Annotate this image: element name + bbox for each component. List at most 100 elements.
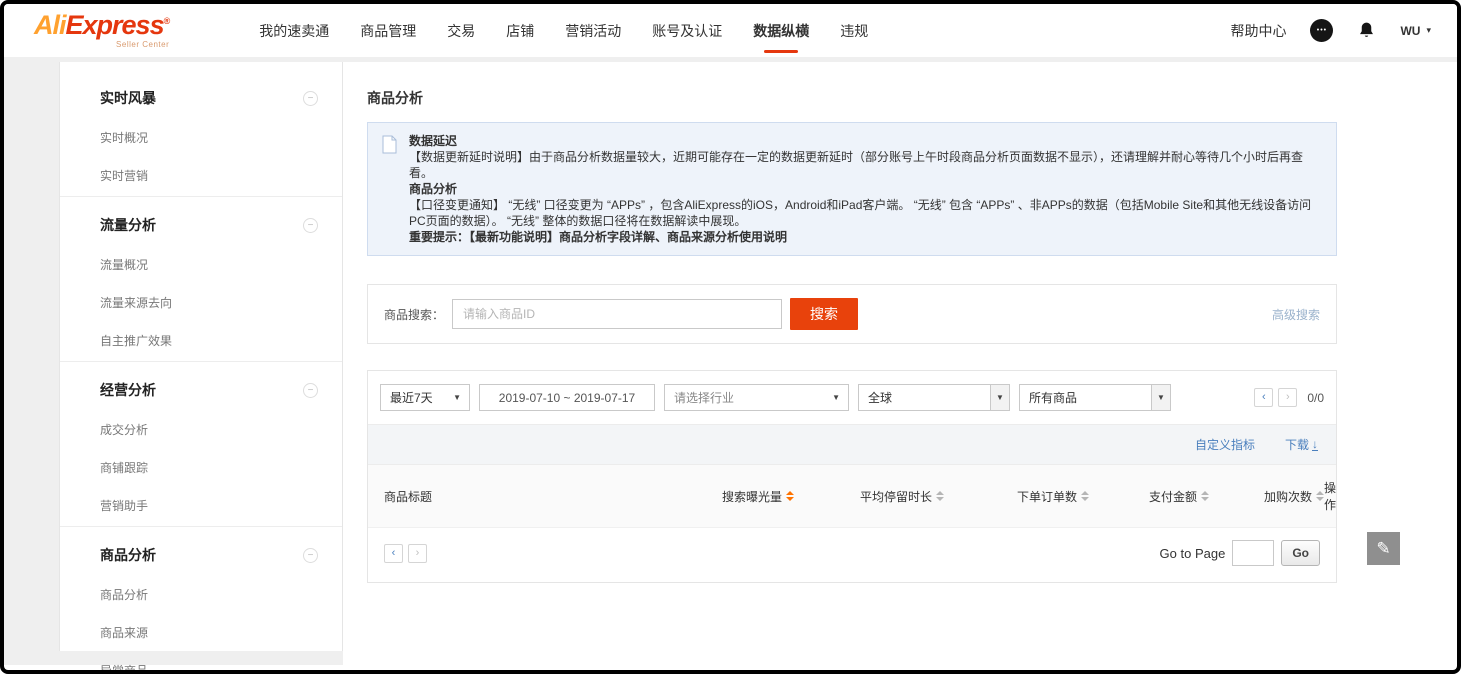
download-icon: ↓ xyxy=(1312,439,1318,451)
column-label: 加购次数 xyxy=(1264,488,1312,505)
chevron-down-icon: ▼ xyxy=(990,385,1009,410)
prev-page-button[interactable]: ‹ xyxy=(384,544,403,563)
product-id-input[interactable] xyxy=(452,299,782,329)
sidebar-section: 商品分析 − 商品分析商品来源异常商品 xyxy=(60,527,342,674)
analysis-table-card: 最近7天 ▼ 2019-07-10 ~ 2019-07-17 请选择行业 ▼ 全… xyxy=(367,370,1337,583)
left-gutter xyxy=(4,62,59,665)
nav-item-4[interactable]: 店铺 xyxy=(506,4,534,57)
advanced-search-link[interactable]: 高级搜索 xyxy=(1272,306,1320,323)
sidebar-item-3-1[interactable]: 商品来源 xyxy=(100,624,322,641)
collapse-icon[interactable]: − xyxy=(303,91,318,106)
sidebar-section: 实时风暴 − 实时概况实时营销 xyxy=(60,70,342,197)
customize-metrics-link[interactable]: 自定义指标 xyxy=(1195,436,1255,453)
column-label: 平均停留时长 xyxy=(860,488,932,505)
nav-item-6[interactable]: 账号及认证 xyxy=(652,4,722,57)
sort-icon[interactable] xyxy=(936,491,944,501)
top-pagination: ‹ › 0/0 xyxy=(1254,388,1324,407)
sidebar: 实时风暴 − 实时概况实时营销 流量分析 − 流量概况流量来源去向自主推广效果 … xyxy=(59,62,343,651)
nav-item-2[interactable]: 商品管理 xyxy=(360,4,416,57)
table-column-header: 下单订单数 xyxy=(944,488,1089,505)
collapse-icon[interactable]: − xyxy=(303,383,318,398)
table-header-row: 商品标题 搜索曝光量 平均停留时长 下单订单数 支付金额 加购次数 操作 xyxy=(368,464,1336,528)
collapse-icon[interactable]: − xyxy=(303,218,318,233)
nav-item-7[interactable]: 数据纵横 xyxy=(753,4,809,57)
sidebar-item-2-1[interactable]: 商铺跟踪 xyxy=(100,459,322,476)
download-link[interactable]: 下载 ↓ xyxy=(1285,436,1318,453)
sidebar-item-1-1[interactable]: 流量来源去向 xyxy=(100,294,322,311)
sidebar-section-items: 流量概况流量来源去向自主推广效果 xyxy=(100,256,322,349)
sidebar-item-1-0[interactable]: 流量概况 xyxy=(100,256,322,273)
chevron-down-icon: ▾ xyxy=(1426,25,1431,36)
date-range-picker[interactable]: 2019-07-10 ~ 2019-07-17 xyxy=(479,384,655,411)
table-column-header: 加购次数 xyxy=(1209,488,1324,505)
messages-icon[interactable]: ••• xyxy=(1310,19,1333,42)
sidebar-item-2-0[interactable]: 成交分析 xyxy=(100,421,322,438)
sidebar-column: 实时风暴 − 实时概况实时营销 流量分析 − 流量概况流量来源去向自主推广效果 … xyxy=(59,62,343,665)
sidebar-section-header[interactable]: 流量分析 − xyxy=(100,215,322,235)
nav-item-5[interactable]: 营销活动 xyxy=(565,4,621,57)
chevron-down-icon: ▼ xyxy=(445,393,469,402)
header-actions: 帮助中心 ••• WU ▾ xyxy=(1230,19,1431,42)
column-label: 支付金额 xyxy=(1149,488,1197,505)
nav-item-1[interactable]: 我的速卖通 xyxy=(259,4,329,57)
sidebar-section-title: 实时风暴 xyxy=(100,88,156,108)
product-search-card: 商品搜索： 搜索 高级搜索 xyxy=(367,284,1337,344)
table-column-header: 搜索曝光量 xyxy=(619,488,794,505)
sort-icon[interactable] xyxy=(1201,491,1209,501)
notice-paragraph-2: 【口径变更通知】 “无线” 口径变更为 “APPs” ，包含AliExpress… xyxy=(409,197,1322,229)
user-menu[interactable]: WU ▾ xyxy=(1400,24,1431,38)
notice-title-2: 商品分析 xyxy=(409,181,1322,197)
table-column-header: 支付金额 xyxy=(1089,488,1209,505)
search-button[interactable]: 搜索 xyxy=(790,298,858,330)
notifications-bell-icon[interactable] xyxy=(1357,21,1376,40)
prev-page-button[interactable]: ‹ xyxy=(1254,388,1273,407)
table-column-header: 平均停留时长 xyxy=(794,488,944,505)
notice-text: 数据延迟 【数据更新延时说明】由于商品分析数据量较大，近期可能存在一定的数据更新… xyxy=(409,133,1322,245)
aliexpress-logo[interactable]: AliExpress® Seller Center xyxy=(34,12,169,49)
help-center-link[interactable]: 帮助中心 xyxy=(1230,21,1286,41)
sidebar-item-2-2[interactable]: 营销助手 xyxy=(100,497,322,514)
column-label: 商品标题 xyxy=(384,488,432,505)
industry-select[interactable]: 请选择行业 ▼ xyxy=(664,384,849,411)
sidebar-section-header[interactable]: 实时风暴 − xyxy=(100,88,322,108)
app-window: AliExpress® Seller Center 我的速卖通商品管理交易店铺营… xyxy=(0,0,1461,674)
main-panel: 商品分析 数据延迟 【数据更新延时说明】由于商品分析数据量较大，近期可能存在一定… xyxy=(343,62,1457,665)
sidebar-item-3-0[interactable]: 商品分析 xyxy=(100,586,322,603)
collapse-icon[interactable]: − xyxy=(303,548,318,563)
document-icon xyxy=(382,135,397,245)
sidebar-section-items: 成交分析商铺跟踪营销助手 xyxy=(100,421,322,514)
product-scope-select[interactable]: 所有商品 ▼ xyxy=(1019,384,1171,411)
column-label: 操作 xyxy=(1324,479,1336,513)
sidebar-item-3-2[interactable]: 异常商品 xyxy=(100,662,322,674)
feedback-pencil-button[interactable]: ✎ xyxy=(1367,532,1400,565)
sidebar-section-items: 实时概况实时营销 xyxy=(100,129,322,184)
user-name: WU xyxy=(1400,24,1420,38)
logo-wordmark: AliExpress® xyxy=(34,12,169,39)
notice-paragraph-1: 【数据更新延时说明】由于商品分析数据量较大，近期可能存在一定的数据更新延时（部分… xyxy=(409,149,1322,181)
notice-box: 数据延迟 【数据更新延时说明】由于商品分析数据量较大，近期可能存在一定的数据更新… xyxy=(367,122,1337,256)
notice-title-1: 数据延迟 xyxy=(409,133,1322,149)
sidebar-section: 流量分析 − 流量概况流量来源去向自主推广效果 xyxy=(60,197,342,362)
nav-item-8[interactable]: 违规 xyxy=(840,4,868,57)
sidebar-section: 经营分析 − 成交分析商铺跟踪营销助手 xyxy=(60,362,342,527)
search-label: 商品搜索： xyxy=(384,306,444,323)
nav-item-3[interactable]: 交易 xyxy=(447,4,475,57)
sidebar-item-0-0[interactable]: 实时概况 xyxy=(100,129,322,146)
sidebar-section-header[interactable]: 经营分析 − xyxy=(100,380,322,400)
table-footer-row: ‹ › Go to Page Go xyxy=(368,528,1336,582)
goto-page-input[interactable] xyxy=(1232,540,1274,566)
sidebar-item-0-1[interactable]: 实时营销 xyxy=(100,167,322,184)
sort-icon[interactable] xyxy=(786,491,794,501)
next-page-button[interactable]: › xyxy=(408,544,427,563)
filter-row: 最近7天 ▼ 2019-07-10 ~ 2019-07-17 请选择行业 ▼ 全… xyxy=(368,371,1336,424)
sidebar-item-1-2[interactable]: 自主推广效果 xyxy=(100,332,322,349)
sidebar-section-header[interactable]: 商品分析 − xyxy=(100,545,322,565)
sort-icon[interactable] xyxy=(1081,491,1089,501)
region-select[interactable]: 全球 ▼ xyxy=(858,384,1010,411)
go-button[interactable]: Go xyxy=(1281,540,1320,566)
date-range-preset-select[interactable]: 最近7天 ▼ xyxy=(380,384,470,411)
notice-important-links: 重要提示：【最新功能说明】商品分析字段详解、商品来源分析使用说明 xyxy=(409,229,1322,245)
table-column-header: 商品标题 xyxy=(384,488,619,505)
sort-icon[interactable] xyxy=(1316,491,1324,501)
next-page-button[interactable]: › xyxy=(1278,388,1297,407)
